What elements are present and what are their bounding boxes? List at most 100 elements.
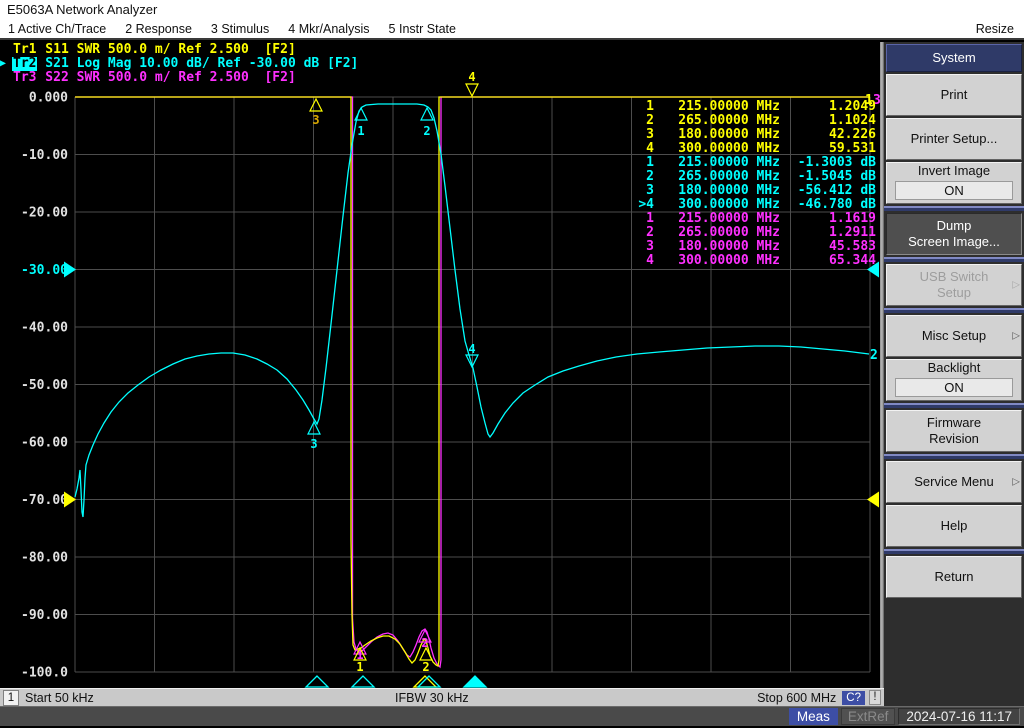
softkey-dump-screen-image[interactable]: DumpScreen Image...: [886, 213, 1022, 255]
y-axis-label: -10.00: [21, 148, 68, 163]
softkey-printer-setup[interactable]: Printer Setup...: [886, 118, 1022, 160]
softkey-service-menu[interactable]: Service Menu▷: [886, 461, 1022, 503]
softkey-misc-setup[interactable]: Misc Setup▷: [886, 315, 1022, 357]
active-trace-arrow-icon: [0, 71, 12, 85]
softkey-firmware-revision[interactable]: FirmwareRevision: [886, 410, 1022, 452]
marker-num: 3: [628, 184, 654, 198]
marker-val: 42.226: [780, 128, 876, 142]
legend-tr1[interactable]: Tr1 S11 SWR 500.0 m/ Ref 2.500 [F2]: [0, 43, 358, 57]
softkey-invert-image[interactable]: Invert ImageON: [886, 162, 1022, 204]
marker-freq: 215.00000 MHz: [654, 156, 780, 170]
marker-val: 1.1024: [780, 114, 876, 128]
marker-freq: 180.00000 MHz: [654, 240, 780, 254]
marker-freq: 300.00000 MHz: [654, 254, 780, 268]
marker-stimulus-icon: [352, 676, 374, 687]
resize-button[interactable]: Resize: [976, 22, 1014, 36]
softkey-system[interactable]: System: [886, 44, 1022, 72]
menu-item-active-ch-trace[interactable]: 1 Active Ch/Trace: [8, 22, 106, 36]
softkey-label: Backlight: [887, 360, 1021, 376]
marker-stimulus-icon: [418, 676, 440, 687]
legend-tr3[interactable]: Tr3 S22 SWR 500.0 m/ Ref 2.500 [F2]: [0, 71, 358, 85]
softkey-toggle-state: ON: [895, 181, 1013, 200]
marker-table-row: 2265.00000 MHz-1.5045 dB: [628, 170, 876, 184]
start-frequency: Start 50 kHz: [25, 691, 94, 705]
trace-name: Tr1: [12, 43, 37, 57]
marker-val: 1.2049: [780, 100, 876, 114]
marker-num: 2: [628, 170, 654, 184]
softkey-label: Help: [887, 518, 1021, 534]
legend-tr2[interactable]: ▶Tr2 S21 Log Mag 10.00 dB/ Ref -30.00 dB…: [0, 57, 358, 71]
softkey-label: System: [887, 50, 1021, 66]
ifbw-value: IFBW 30 kHz: [395, 691, 469, 705]
softkey-label: Service Menu: [887, 474, 1021, 490]
menu-item-instr-state[interactable]: 5 Instr State: [389, 22, 456, 36]
marker-triangle-icon: [466, 84, 478, 96]
marker-table-row: 3180.00000 MHz-56.412 dB: [628, 184, 876, 198]
softkey-divider: [884, 257, 1024, 262]
softkey-help[interactable]: Help: [886, 505, 1022, 547]
marker-num: 2: [628, 114, 654, 128]
softkey-divider: [884, 308, 1024, 313]
marker-number-label: 1: [356, 660, 363, 674]
softkey-label: Setup: [887, 285, 1021, 301]
channel-status-bar: 1 Start 50 kHz IFBW 30 kHz Stop 600 MHz …: [0, 688, 884, 706]
marker-table-row: 3180.00000 MHz45.583: [628, 240, 876, 254]
marker-num: 3: [628, 240, 654, 254]
menu-item-mkr-analysis[interactable]: 4 Mkr/Analysis: [288, 22, 369, 36]
menu-bar: 1 Active Ch/Trace 2 Response 3 Stimulus 4 M…: [0, 20, 1024, 40]
y-axis-label: -40.00: [21, 321, 68, 336]
softkey-label: Revision: [887, 431, 1021, 447]
marker-val: 1.1619: [780, 212, 876, 226]
marker-num: 1: [628, 100, 654, 114]
y-axis-label: -70.00: [21, 493, 68, 508]
marker-table-row: 1215.00000 MHz-1.3003 dB: [628, 156, 876, 170]
marker-triangle-icon: [310, 99, 322, 111]
marker-number-label: 2: [421, 636, 428, 650]
softkey-return[interactable]: Return: [886, 556, 1022, 598]
submenu-arrow-icon: ▷: [1012, 280, 1020, 291]
active-trace-arrow-icon: [0, 43, 12, 57]
softkey-label: Firmware: [887, 415, 1021, 431]
stop-frequency: Stop 600 MHz: [757, 691, 836, 705]
marker-number-label: 1: [357, 124, 364, 138]
marker-freq: 300.00000 MHz: [654, 198, 780, 212]
marker-val: 65.344: [780, 254, 876, 268]
marker-table-row: 4300.00000 MHz65.344: [628, 254, 876, 268]
softkey-print[interactable]: Print: [886, 74, 1022, 116]
marker-num: 1: [628, 212, 654, 226]
softkey-label: Printer Setup...: [887, 131, 1021, 147]
softkey-divider: [884, 454, 1024, 459]
trace-settings: S22 SWR 500.0 m/ Ref 2.500 [F2]: [37, 71, 295, 85]
status-bar-filler: [884, 688, 1024, 706]
marker-val: -1.5045 dB: [780, 170, 876, 184]
menu-item-response[interactable]: 2 Response: [125, 22, 192, 36]
marker-freq: 265.00000 MHz: [654, 114, 780, 128]
marker-stimulus-icon: [306, 676, 328, 687]
trace-legend: Tr1 S11 SWR 500.0 m/ Ref 2.500 [F2]▶Tr2 …: [0, 43, 358, 85]
active-trace-arrow-icon: ▶: [0, 57, 12, 71]
softkey-label: Screen Image...: [887, 234, 1021, 250]
marker-freq: 265.00000 MHz: [654, 170, 780, 184]
y-axis-label: -50.00: [21, 378, 68, 393]
marker-num: 1: [628, 156, 654, 170]
softkey-menu: System Print Printer Setup... Invert ImageO…: [884, 42, 1024, 688]
softkey-label: Dump: [887, 218, 1021, 234]
marker-num: >4: [628, 198, 654, 212]
softkey-divider: [884, 403, 1024, 408]
y-axis-label: -30.00: [21, 263, 68, 278]
marker-number-label: 2: [423, 124, 430, 138]
warning-indicator: !: [869, 690, 881, 705]
marker-number-label: 2: [422, 660, 429, 674]
softkey-backlight[interactable]: Backlight ON: [886, 359, 1022, 401]
channel-number: 1: [3, 690, 19, 706]
softkey-toggle-state: ON: [895, 378, 1013, 397]
submenu-arrow-icon: ▷: [1012, 477, 1020, 488]
marker-freq: 215.00000 MHz: [654, 212, 780, 226]
softkey-label: USB Switch: [887, 269, 1021, 285]
marker-table-row: 4300.00000 MHz59.531: [628, 142, 876, 156]
marker-freq: 215.00000 MHz: [654, 100, 780, 114]
marker-table-row: 3180.00000 MHz42.226: [628, 128, 876, 142]
menu-item-stimulus[interactable]: 3 Stimulus: [211, 22, 269, 36]
marker-num: 2: [628, 226, 654, 240]
marker-freq: 180.00000 MHz: [654, 184, 780, 198]
